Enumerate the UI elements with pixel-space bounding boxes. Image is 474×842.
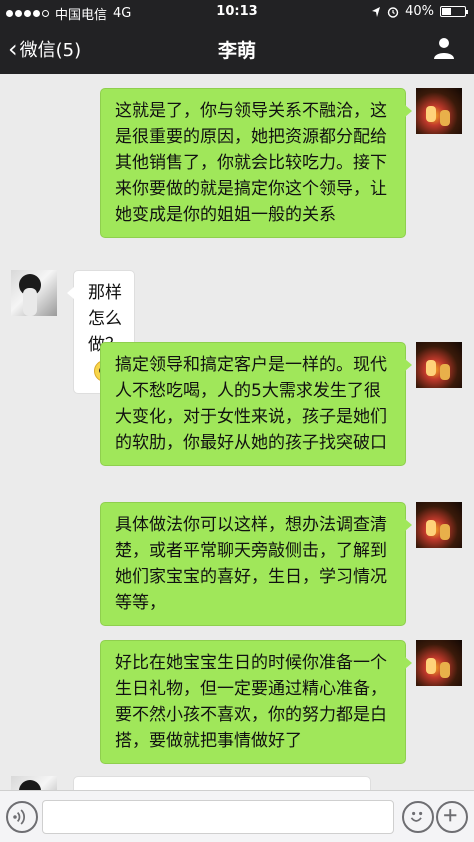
contact-avatar[interactable]: [11, 776, 57, 790]
input-bar: [0, 790, 474, 842]
status-right: 40%: [371, 4, 468, 19]
navigation-bar: ‹ 微信(5) 李萌: [0, 24, 474, 74]
alarm-icon: [387, 6, 399, 18]
battery-percent: 40%: [405, 4, 434, 19]
my-avatar[interactable]: [416, 88, 462, 134]
contact-avatar[interactable]: [11, 270, 57, 316]
chat-title: 李萌: [217, 40, 256, 62]
status-bar: 中国电信 4G 10:13 40%: [0, 0, 474, 24]
message-bubble[interactable]: 搞定领导和搞定客户是一样的。现代人不愁吃喝，人的5大需求发生了很大变化，对于女性…: [100, 342, 412, 466]
message-bubble[interactable]: 这就是了，你与领导关系不融洽，这是很重要的原因，她把资源都分配给其他销售了，你就…: [100, 88, 412, 238]
contact-profile-icon[interactable]: [432, 36, 456, 60]
my-avatar[interactable]: [416, 640, 462, 686]
message-bubble[interactable]: 具体做法你可以这样，想办法调查清楚，或者平常聊天旁敲侧击，了解到她们家宝宝的喜好…: [100, 502, 412, 626]
message-list[interactable]: 这就是了，你与领导关系不融洽，这是很重要的原因，她把资源都分配给其他销售了，你就…: [0, 74, 474, 790]
message-bubble[interactable]: 好比在她宝宝生日的时候你准备一个生日礼物，但一定要通过精心准备，要不然小孩不喜欢…: [100, 640, 412, 764]
message-bubble[interactable]: [73, 776, 371, 790]
location-icon: [372, 6, 381, 17]
battery-icon: [440, 6, 468, 17]
emoji-icon[interactable]: [402, 801, 434, 833]
my-avatar[interactable]: [416, 502, 462, 548]
voice-input-icon[interactable]: [6, 801, 38, 833]
plus-icon[interactable]: [436, 801, 468, 833]
message-input[interactable]: [42, 800, 394, 834]
my-avatar[interactable]: [416, 342, 462, 388]
